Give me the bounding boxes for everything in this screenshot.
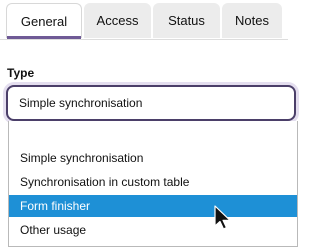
tab-notes[interactable]: Notes [222, 3, 282, 38]
option-label: Other usage [20, 223, 87, 237]
type-select[interactable]: Simple synchronisation [6, 85, 296, 121]
tab-divider [0, 39, 288, 40]
dropdown-option-other-usage[interactable]: Other usage [9, 219, 297, 241]
tab-general[interactable]: General [6, 3, 82, 38]
tab-status-label: Status [168, 13, 205, 28]
tab-access-label: Access [96, 13, 139, 28]
tab-general-label: General [20, 13, 68, 29]
dropdown-option-empty[interactable] [9, 123, 297, 145]
tab-access[interactable]: Access [84, 3, 151, 38]
dropdown-option-form-finisher[interactable]: Form finisher [9, 195, 297, 217]
mouse-pointer-icon [214, 205, 231, 230]
type-field-label: Type [7, 66, 35, 80]
option-label: Simple synchronisation [20, 151, 144, 165]
type-select-value: Simple synchronisation [19, 96, 143, 110]
tab-status[interactable]: Status [153, 3, 220, 38]
type-dropdown-list: Simple synchronisation Synchronisation i… [8, 121, 298, 247]
dropdown-option-custom-table[interactable]: Synchronisation in custom table [9, 171, 297, 193]
option-label: Synchronisation in custom table [20, 175, 190, 189]
tab-bar: General Access Status Notes [0, 0, 288, 40]
tab-notes-label: Notes [235, 13, 269, 28]
dropdown-option-simple-synchronisation[interactable]: Simple synchronisation [9, 147, 297, 169]
option-label: Form finisher [20, 199, 91, 213]
